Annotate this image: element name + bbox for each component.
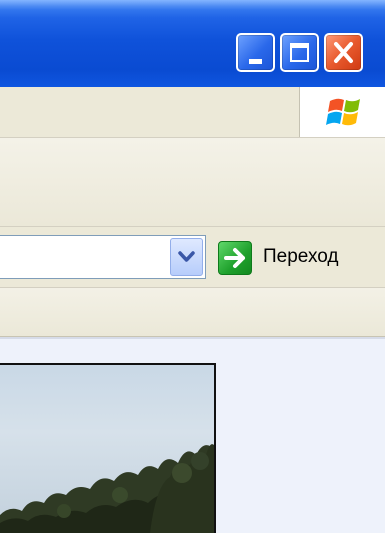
windows-logo-icon — [326, 98, 360, 126]
go-arrow-icon — [224, 248, 245, 268]
close-icon — [334, 42, 353, 63]
links-bar — [0, 288, 385, 337]
throbber-box — [299, 87, 385, 137]
chevron-down-icon — [178, 251, 195, 262]
title-bar-shine — [0, 0, 385, 10]
address-dropdown-button[interactable] — [170, 238, 203, 276]
go-button-icon-box[interactable] — [218, 241, 252, 275]
go-button-label[interactable]: Переход — [263, 245, 338, 269]
content-divider — [0, 337, 385, 339]
trees-photo — [0, 444, 214, 533]
browser-window: Переход — [0, 0, 385, 533]
minimize-button[interactable] — [236, 33, 275, 72]
page-content — [0, 337, 385, 533]
address-bar: Переход — [0, 227, 385, 288]
minimize-icon — [249, 59, 262, 64]
maximize-icon — [290, 43, 309, 62]
toolbar — [0, 138, 385, 227]
maximize-button[interactable] — [280, 33, 319, 72]
menu-bar — [0, 87, 385, 138]
close-button[interactable] — [324, 33, 363, 72]
content-photo — [0, 363, 216, 533]
title-bar[interactable] — [0, 0, 385, 87]
